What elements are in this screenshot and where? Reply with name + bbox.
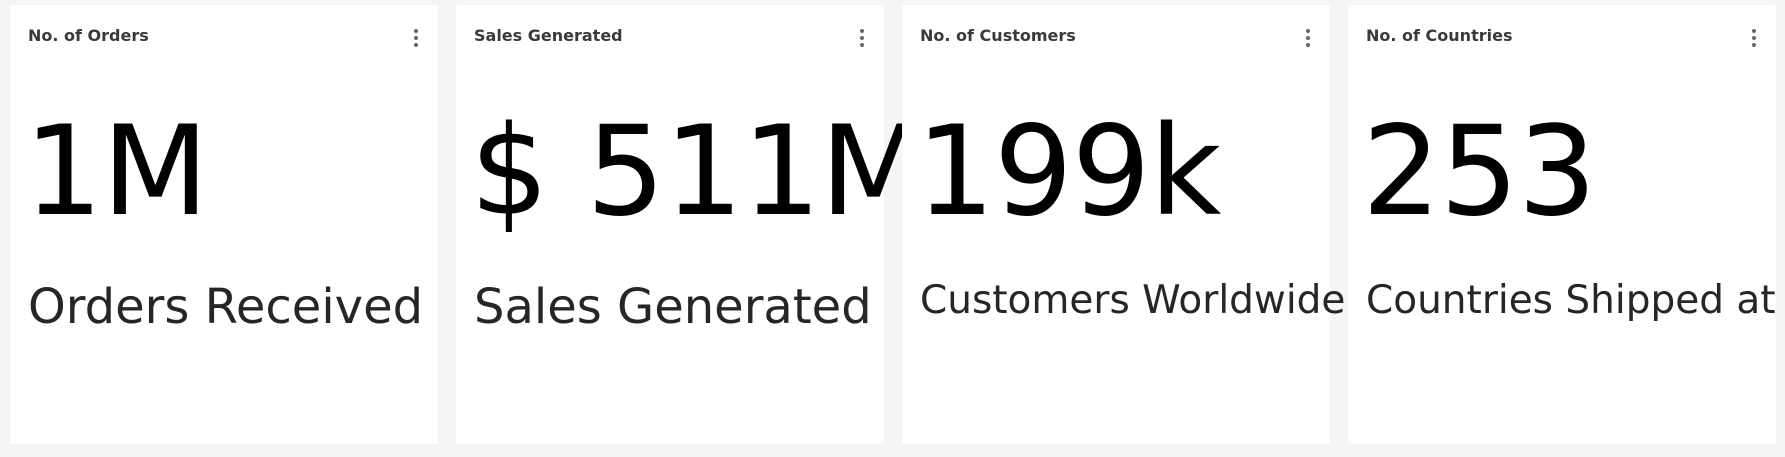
more-vertical-icon [414,29,418,33]
metric-label: Customers Worldwide [920,278,1346,323]
metric-label: Sales Generated [474,279,872,335]
metric-label: Orders Received [28,279,424,335]
card-title: No. of Orders [28,26,149,45]
card-menu-button[interactable] [854,25,870,51]
card-title: No. of Customers [920,26,1076,45]
more-vertical-icon-dot [860,36,864,40]
card-title: No. of Countries [1366,26,1513,45]
more-vertical-icon-dot [414,43,418,47]
more-vertical-icon-dot [860,43,864,47]
card-menu-button[interactable] [408,25,424,51]
customers-card: No. of Customers 199k Customers Worldwid… [902,5,1345,444]
sales-card: Sales Generated $ 511M Sales Generated [456,5,927,444]
metric-value: $ 511M [470,100,927,244]
more-vertical-icon-dot [1306,43,1310,47]
countries-card: No. of Countries 253 Countries Shipped a… [1348,5,1776,444]
more-vertical-icon [1752,29,1756,33]
card-menu-button[interactable] [1746,25,1762,51]
more-vertical-icon-dot [1752,43,1756,47]
more-vertical-icon [1306,29,1310,33]
card-title: Sales Generated [474,26,623,45]
more-vertical-icon-dot [1306,36,1310,40]
metric-value: 253 [1362,100,1597,244]
metric-cards-row: No. of Orders 1M Orders Received Sales G… [10,5,1776,444]
more-vertical-icon-dot [414,36,418,40]
metric-label: Countries Shipped at [1366,278,1776,323]
metric-value: 1M [24,100,209,244]
card-menu-button[interactable] [1300,25,1316,51]
more-vertical-icon [860,29,864,33]
orders-card: No. of Orders 1M Orders Received [10,5,438,444]
more-vertical-icon-dot [1752,36,1756,40]
metric-value: 199k [916,100,1221,244]
